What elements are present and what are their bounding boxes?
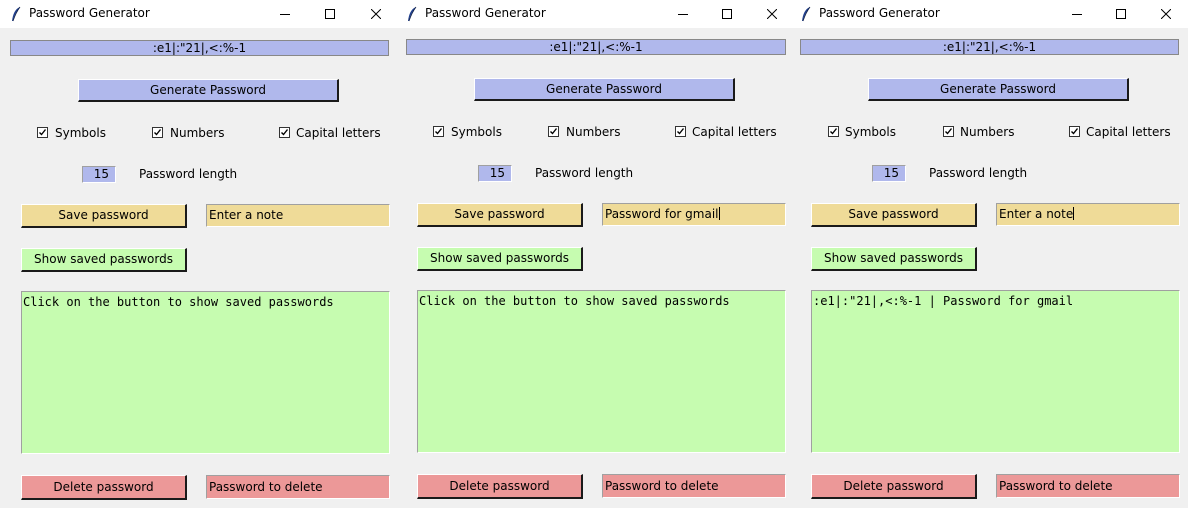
symbols-checkbox[interactable] xyxy=(828,126,839,137)
delete-password-button[interactable]: Delete password xyxy=(811,474,977,499)
text-cursor xyxy=(718,207,720,220)
password-length-input[interactable]: 15 xyxy=(478,165,512,182)
symbols-checkbox[interactable] xyxy=(37,127,48,138)
generated-password-display: :e1|:"21|,<:%-1 xyxy=(10,40,389,56)
password-to-delete-input[interactable]: Password to delete xyxy=(602,474,786,498)
numbers-label: Numbers xyxy=(170,126,225,140)
show-saved-passwords-button[interactable]: Show saved passwords xyxy=(811,247,977,271)
checkmark-icon xyxy=(281,129,289,136)
password-length-label: Password length xyxy=(535,166,634,180)
checkmark-icon xyxy=(677,128,685,135)
window-title: Password Generator xyxy=(819,6,940,20)
text-cursor xyxy=(1073,207,1075,220)
checkmark-icon xyxy=(435,128,443,135)
password-to-delete-input[interactable]: Password to delete xyxy=(996,474,1180,498)
checkmark-icon xyxy=(39,129,47,136)
password-length-label: Password length xyxy=(929,166,1028,180)
delete-password-button[interactable]: Delete password xyxy=(21,475,187,500)
save-password-button[interactable]: Save password xyxy=(417,203,583,227)
generate-password-button[interactable]: Generate Password xyxy=(78,79,339,102)
minimize-icon[interactable] xyxy=(1055,0,1099,28)
generate-password-button[interactable]: Generate Password xyxy=(868,78,1129,101)
window-title: Password Generator xyxy=(29,6,150,20)
symbols-label: Symbols xyxy=(55,126,106,140)
checkmark-icon xyxy=(154,129,162,136)
generate-password-button[interactable]: Generate Password xyxy=(474,78,735,101)
feather-icon xyxy=(800,6,812,22)
password-generator-window: Password Generator :e1|:"21|,<:%-1 Gener… xyxy=(396,0,792,508)
saved-passwords-textarea[interactable]: Click on the button to show saved passwo… xyxy=(21,291,390,454)
capital-letters-label: Capital letters xyxy=(1086,125,1171,139)
password-length-input[interactable]: 15 xyxy=(82,166,116,183)
show-saved-passwords-button[interactable]: Show saved passwords xyxy=(417,247,583,271)
delete-password-button[interactable]: Delete password xyxy=(417,474,583,499)
generated-password-display: :e1|:"21|,<:%-1 xyxy=(800,39,1179,55)
generated-password-display: :e1|:"21|,<:%-1 xyxy=(406,39,786,55)
close-icon[interactable] xyxy=(750,0,792,28)
note-input-text: Enter a note xyxy=(999,207,1074,221)
feather-icon xyxy=(10,6,22,22)
capital-letters-checkbox[interactable] xyxy=(1069,126,1080,137)
save-password-button[interactable]: Save password xyxy=(811,203,977,227)
maximize-icon[interactable] xyxy=(705,0,749,28)
feather-icon xyxy=(406,6,418,22)
password-generator-window: Password Generator :e1|:"21|,<:%-1 Gener… xyxy=(0,0,396,508)
note-input-text: Enter a note xyxy=(209,208,284,222)
capital-letters-label: Capital letters xyxy=(296,126,381,140)
maximize-icon[interactable] xyxy=(1099,0,1143,28)
password-length-input[interactable]: 15 xyxy=(872,165,906,182)
show-saved-passwords-button[interactable]: Show saved passwords xyxy=(21,248,187,272)
saved-passwords-textarea[interactable]: :e1|:"21|,<:%-1 | Password for gmail xyxy=(811,290,1180,453)
capital-letters-label: Capital letters xyxy=(692,125,777,139)
note-input[interactable]: Password for gmail xyxy=(602,203,786,226)
title-bar[interactable]: Password Generator xyxy=(790,0,1188,28)
numbers-label: Numbers xyxy=(960,125,1015,139)
symbols-checkbox[interactable] xyxy=(433,126,444,137)
symbols-label: Symbols xyxy=(451,125,502,139)
note-input[interactable]: Enter a note xyxy=(206,204,390,227)
maximize-icon[interactable] xyxy=(308,0,352,28)
note-input-text: Password for gmail xyxy=(605,207,719,221)
password-to-delete-input[interactable]: Password to delete xyxy=(206,475,390,499)
password-length-label: Password length xyxy=(139,167,238,181)
symbols-label: Symbols xyxy=(845,125,896,139)
password-generator-window: Password Generator :e1|:"21|,<:%-1 Gener… xyxy=(790,0,1188,508)
numbers-checkbox[interactable] xyxy=(943,126,954,137)
note-input[interactable]: Enter a note xyxy=(996,203,1180,226)
minimize-icon[interactable] xyxy=(661,0,705,28)
capital-letters-checkbox[interactable] xyxy=(675,126,686,137)
numbers-label: Numbers xyxy=(566,125,621,139)
checkmark-icon xyxy=(945,128,953,135)
capital-letters-checkbox[interactable] xyxy=(279,127,290,138)
minimize-icon[interactable] xyxy=(263,0,307,28)
checkmark-icon xyxy=(1071,128,1079,135)
title-bar[interactable]: Password Generator xyxy=(396,0,792,28)
close-icon[interactable] xyxy=(1144,0,1188,28)
close-icon[interactable] xyxy=(354,0,396,28)
save-password-button[interactable]: Save password xyxy=(21,204,187,228)
window-title: Password Generator xyxy=(425,6,546,20)
checkmark-icon xyxy=(830,128,838,135)
saved-passwords-textarea[interactable]: Click on the button to show saved passwo… xyxy=(417,290,786,453)
numbers-checkbox[interactable] xyxy=(152,127,163,138)
checkmark-icon xyxy=(550,128,558,135)
title-bar[interactable]: Password Generator xyxy=(0,0,396,28)
numbers-checkbox[interactable] xyxy=(548,126,559,137)
